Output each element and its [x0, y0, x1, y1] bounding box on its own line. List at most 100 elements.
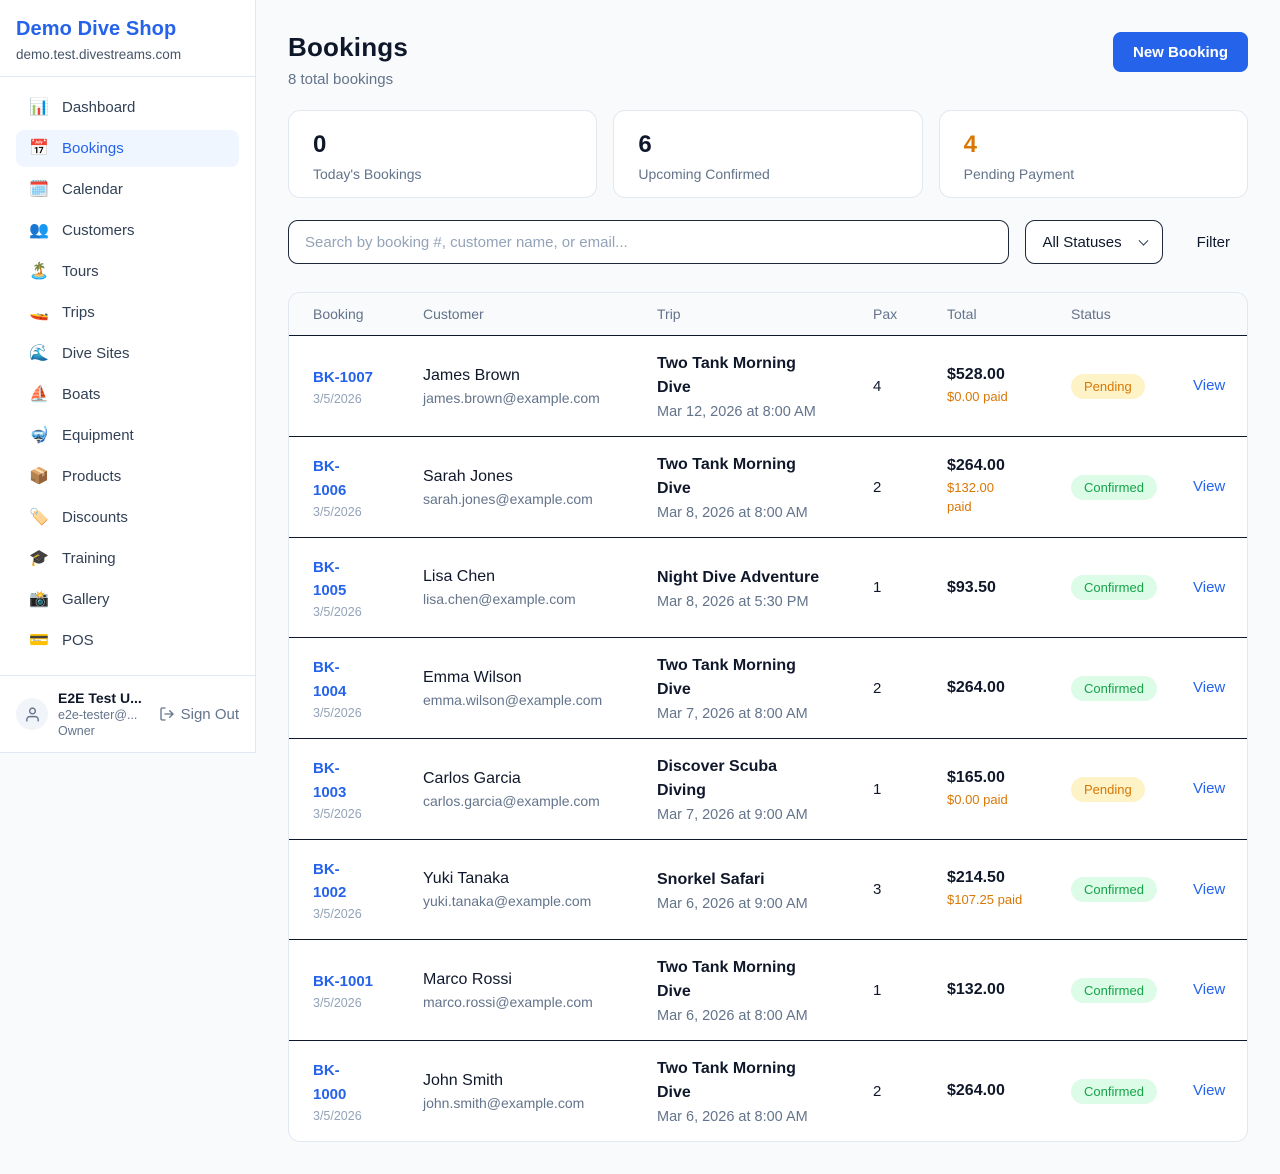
trip-name: Two Tank Morning Dive: [657, 654, 873, 702]
booking-link[interactable]: BK- 1006: [313, 455, 346, 502]
new-booking-button[interactable]: New Booking: [1113, 32, 1248, 72]
stat-label: Pending Payment: [964, 166, 1223, 182]
actions-cell: View: [1193, 1082, 1231, 1100]
page-header: Bookings 8 total bookings New Booking: [288, 32, 1248, 88]
booking-link[interactable]: BK- 1000: [313, 1059, 346, 1106]
trip-name: Two Tank Morning Dive: [657, 956, 873, 1004]
sidebar-item-label: Customers: [62, 222, 135, 239]
table-row: BK- 1002 3/5/2026 Yuki Tanaka yuki.tanak…: [289, 840, 1247, 940]
sidebar-header: Demo Dive Shop demo.test.divestreams.com: [0, 0, 255, 76]
sidebar-item-boats[interactable]: ⛵ Boats: [16, 376, 239, 413]
customer-email: james.brown@example.com: [423, 390, 657, 406]
total-amount: $214.50: [947, 869, 1071, 887]
stat-value: 4: [964, 131, 1223, 159]
view-link[interactable]: View: [1193, 579, 1225, 596]
user-info: E2E Test U... e2e-tester@... Owner: [58, 690, 149, 738]
column-header-booking: Booking: [313, 306, 423, 322]
gallery-icon: 📸: [28, 592, 50, 608]
status-filter-select[interactable]: All Statuses: [1025, 220, 1162, 264]
tours-icon: 🏝️: [28, 264, 50, 280]
sidebar-item-label: Training: [62, 550, 116, 567]
sidebar-item-label: POS: [62, 632, 94, 649]
view-link[interactable]: View: [1193, 780, 1225, 797]
equipment-icon: 🤿: [28, 428, 50, 444]
sidebar-item-pos[interactable]: 💳 POS: [16, 622, 239, 659]
sidebar-item-trips[interactable]: 🚤 Trips: [16, 294, 239, 331]
pax-count: 1: [873, 982, 947, 999]
filter-button[interactable]: Filter: [1179, 220, 1248, 264]
view-link[interactable]: View: [1193, 1082, 1225, 1099]
sign-out-button[interactable]: Sign Out: [159, 706, 239, 723]
view-link[interactable]: View: [1193, 981, 1225, 998]
booking-link[interactable]: BK- 1004: [313, 656, 346, 703]
sidebar-item-dashboard[interactable]: 📊 Dashboard: [16, 89, 239, 126]
view-link[interactable]: View: [1193, 679, 1225, 696]
sidebar: Demo Dive Shop demo.test.divestreams.com…: [0, 0, 256, 753]
actions-cell: View: [1193, 881, 1231, 899]
chevron-down-icon: [1138, 236, 1148, 246]
total-cell: $214.50 $107.25 paid: [947, 869, 1071, 910]
paid-amount: $0.00 paid: [947, 791, 1071, 810]
actions-cell: View: [1193, 679, 1231, 697]
booking-link[interactable]: BK- 1002: [313, 858, 346, 905]
view-link[interactable]: View: [1193, 377, 1225, 394]
user-role: Owner: [58, 724, 149, 738]
sidebar-item-label: Calendar: [62, 181, 123, 198]
sidebar-item-discounts[interactable]: 🏷️ Discounts: [16, 499, 239, 536]
column-header-customer: Customer: [423, 306, 657, 322]
view-link[interactable]: View: [1193, 478, 1225, 495]
customer-name: Emma Wilson: [423, 669, 657, 687]
pax-count: 1: [873, 579, 947, 596]
booking-link[interactable]: BK-1001: [313, 970, 373, 993]
sign-out-label: Sign Out: [181, 706, 239, 723]
actions-cell: View: [1193, 780, 1231, 798]
booking-cell: BK- 1004 3/5/2026: [313, 656, 423, 720]
sidebar-item-products[interactable]: 📦 Products: [16, 458, 239, 495]
status-badge: Confirmed: [1071, 676, 1157, 701]
trip-cell: Discover Scuba Diving Mar 7, 2026 at 9:0…: [657, 755, 873, 823]
sidebar-item-gallery[interactable]: 📸 Gallery: [16, 581, 239, 618]
sidebar-item-equipment[interactable]: 🤿 Equipment: [16, 417, 239, 454]
customer-name: Sarah Jones: [423, 468, 657, 486]
sidebar-item-training[interactable]: 🎓 Training: [16, 540, 239, 577]
column-header-status: Status: [1071, 306, 1193, 322]
user-name: E2E Test U...: [58, 690, 149, 706]
status-badge: Confirmed: [1071, 475, 1157, 500]
customer-email: lisa.chen@example.com: [423, 591, 657, 607]
total-amount: $132.00: [947, 981, 1071, 999]
booking-link[interactable]: BK-1007: [313, 366, 373, 389]
trip-cell: Snorkel Safari Mar 6, 2026 at 9:00 AM: [657, 868, 873, 912]
trip-datetime: Mar 7, 2026 at 8:00 AM: [657, 706, 873, 722]
sidebar-item-label: Trips: [62, 304, 95, 321]
dive-sites-icon: 🌊: [28, 346, 50, 362]
customer-email: yuki.tanaka@example.com: [423, 893, 657, 909]
trip-datetime: Mar 6, 2026 at 8:00 AM: [657, 1109, 873, 1125]
status-cell: Pending: [1071, 777, 1193, 802]
total-amount: $264.00: [947, 457, 1071, 475]
table-row: BK-1001 3/5/2026 Marco Rossi marco.rossi…: [289, 940, 1247, 1041]
sidebar-item-tours[interactable]: 🏝️ Tours: [16, 253, 239, 290]
shop-domain: demo.test.divestreams.com: [16, 47, 239, 62]
boats-icon: ⛵: [28, 387, 50, 403]
booking-cell: BK- 1000 3/5/2026: [313, 1059, 423, 1123]
total-amount: $264.00: [947, 679, 1071, 697]
sidebar-item-dive-sites[interactable]: 🌊 Dive Sites: [16, 335, 239, 372]
search-input[interactable]: [288, 220, 1009, 264]
sidebar-item-bookings[interactable]: 📅 Bookings: [16, 130, 239, 167]
user-email: e2e-tester@...: [58, 708, 149, 722]
booking-link[interactable]: BK- 1005: [313, 556, 346, 603]
sidebar-item-customers[interactable]: 👥 Customers: [16, 212, 239, 249]
total-cell: $528.00 $0.00 paid: [947, 366, 1071, 407]
customer-cell: Sarah Jones sarah.jones@example.com: [423, 468, 657, 507]
view-link[interactable]: View: [1193, 881, 1225, 898]
actions-cell: View: [1193, 981, 1231, 999]
sidebar-item-calendar[interactable]: 🗓️ Calendar: [16, 171, 239, 208]
trip-cell: Two Tank Morning Dive Mar 6, 2026 at 8:0…: [657, 1057, 873, 1125]
bookings-table: Booking Customer Trip Pax Total Status B…: [288, 292, 1248, 1142]
total-amount: $93.50: [947, 579, 1071, 597]
trip-name: Two Tank Morning Dive: [657, 1057, 873, 1105]
booking-date: 3/5/2026: [313, 706, 423, 720]
status-cell: Pending: [1071, 374, 1193, 399]
pos-icon: 💳: [28, 633, 50, 649]
booking-link[interactable]: BK- 1003: [313, 757, 346, 804]
